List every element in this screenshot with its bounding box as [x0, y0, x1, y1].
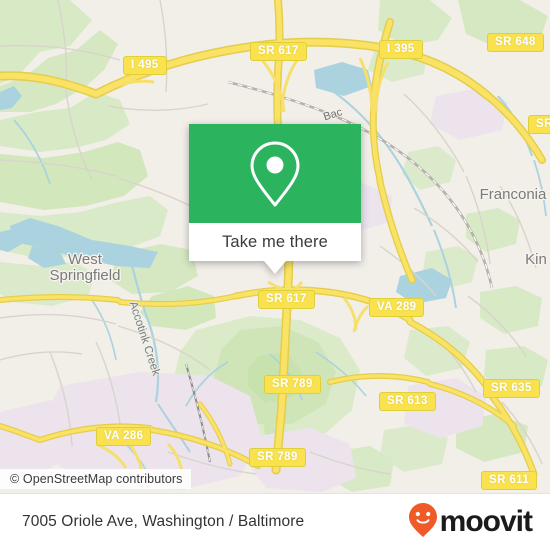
- shield-sr-648: SR 648: [487, 33, 544, 52]
- popup-action-area[interactable]: Take me there: [189, 223, 361, 261]
- map-screenshot: SR 617 I 495 I 395 SR 648 SR SR 617 VA 2…: [0, 0, 550, 550]
- location-popup-card[interactable]: Take me there: [189, 124, 361, 274]
- shield-sr-789-south: SR 789: [249, 448, 306, 467]
- place-label-west-springfield: West Springfield: [50, 252, 121, 284]
- shield-sr-613: SR 613: [379, 392, 436, 411]
- place-label-kingstowne: Kin: [525, 251, 547, 268]
- popup-pointer-tail: [264, 261, 286, 274]
- shield-va-289: VA 289: [369, 298, 425, 317]
- popup-icon-area: [189, 124, 361, 223]
- place-label-franconia: Franconia: [479, 186, 547, 203]
- shield-sr-789-center: SR 789: [264, 375, 321, 394]
- shield-sr-617-center: SR 617: [258, 290, 315, 309]
- shield-sr-611: SR 611: [481, 471, 538, 490]
- map-canvas[interactable]: SR 617 I 495 I 395 SR 648 SR SR 617 VA 2…: [0, 0, 550, 493]
- place-label-line: Springfield: [49, 266, 121, 284]
- moovit-logo[interactable]: moovit: [408, 502, 533, 543]
- shield-i-395: I 395: [379, 40, 423, 59]
- moovit-pin-smiley-icon: [408, 502, 438, 543]
- shield-sr-635: SR 635: [483, 379, 540, 398]
- shield-i-495: I 495: [123, 56, 167, 75]
- take-me-there-label: Take me there: [222, 232, 328, 251]
- shield-sr-edge: SR: [528, 115, 550, 134]
- address-label: 7005 Oriole Ave, Washington / Baltimore: [22, 513, 305, 530]
- place-label-line: West: [68, 251, 102, 268]
- moovit-wordmark: moovit: [439, 505, 533, 538]
- footer-bar: 7005 Oriole Ave, Washington / Baltimore …: [0, 493, 550, 550]
- shield-va-286: VA 286: [96, 427, 152, 446]
- shield-sr-617-north: SR 617: [250, 42, 307, 61]
- map-pin-icon: [247, 139, 303, 209]
